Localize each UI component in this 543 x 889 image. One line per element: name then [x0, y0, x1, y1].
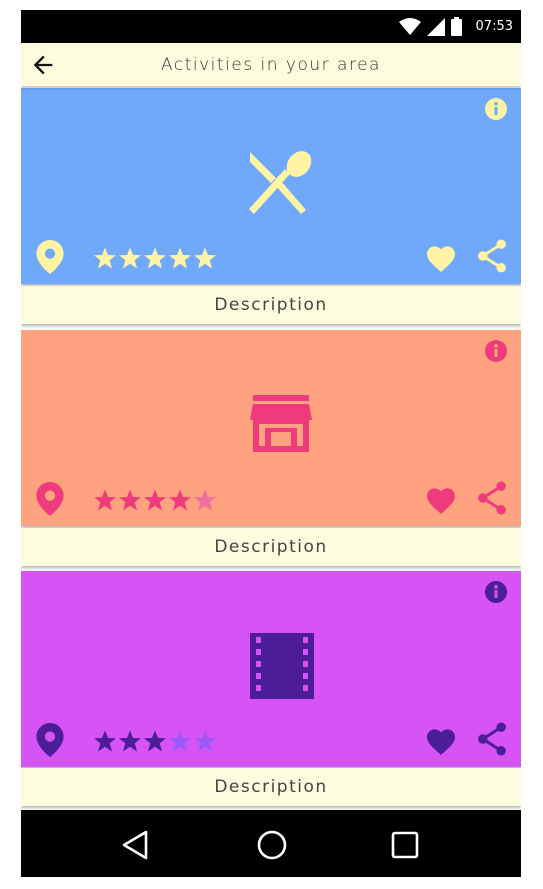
- star-rating: [93, 488, 217, 512]
- location-pin-icon[interactable]: [36, 240, 64, 274]
- star-full-icon: [94, 730, 116, 752]
- share-icon[interactable]: [476, 239, 508, 273]
- app-bar: Activities in your area: [21, 43, 521, 86]
- store-icon: [250, 395, 312, 452]
- activity-card-store[interactable]: [21, 330, 521, 526]
- share-icon[interactable]: [476, 722, 508, 756]
- wifi-icon: [398, 17, 421, 35]
- recents-square-icon[interactable]: [388, 828, 422, 862]
- location-pin-icon[interactable]: [36, 482, 64, 516]
- description-button[interactable]: Description: [21, 528, 521, 566]
- star-full-icon: [119, 247, 141, 269]
- star-full-icon: [144, 489, 166, 511]
- signal-icon: [426, 17, 445, 36]
- star-full-icon: [119, 730, 141, 752]
- heart-icon[interactable]: [425, 485, 457, 515]
- home-circle-icon[interactable]: [255, 828, 289, 862]
- star-full-icon: [194, 247, 216, 269]
- heart-icon[interactable]: [425, 726, 457, 756]
- activity-card-restaurant[interactable]: [21, 88, 521, 284]
- star-full-icon: [119, 489, 141, 511]
- info-icon[interactable]: [484, 580, 508, 604]
- system-nav-bar: [21, 810, 521, 877]
- page-title: Activities in your area: [161, 55, 381, 75]
- star-full-icon: [144, 247, 166, 269]
- star-full-icon: [144, 730, 166, 752]
- battery-icon: [450, 17, 462, 36]
- share-icon[interactable]: [476, 481, 508, 515]
- star-empty-icon: [169, 730, 191, 752]
- star-rating: [93, 246, 217, 270]
- status-bar: 07:53: [21, 10, 521, 43]
- info-icon[interactable]: [484, 97, 508, 121]
- star-rating: [93, 729, 217, 753]
- star-full-icon: [94, 247, 116, 269]
- star-full-icon: [169, 247, 191, 269]
- phone-screen: 07:53 Activities in your area Descriptio…: [21, 10, 521, 877]
- restaurant-icon: [249, 151, 312, 214]
- description-button[interactable]: Description: [21, 768, 521, 806]
- status-icons: 07:53: [398, 10, 513, 43]
- star-empty-icon: [194, 730, 216, 752]
- star-full-icon: [169, 489, 191, 511]
- activity-card-movie[interactable]: [21, 571, 521, 767]
- star-full-icon: [94, 489, 116, 511]
- info-icon[interactable]: [484, 339, 508, 363]
- movie-film-icon: [250, 633, 314, 699]
- back-triangle-icon[interactable]: [118, 828, 152, 862]
- status-time: 07:53: [475, 19, 513, 34]
- heart-icon[interactable]: [425, 243, 457, 273]
- star-half-icon: [194, 489, 216, 511]
- description-button[interactable]: Description: [21, 286, 521, 324]
- location-pin-icon[interactable]: [36, 723, 64, 757]
